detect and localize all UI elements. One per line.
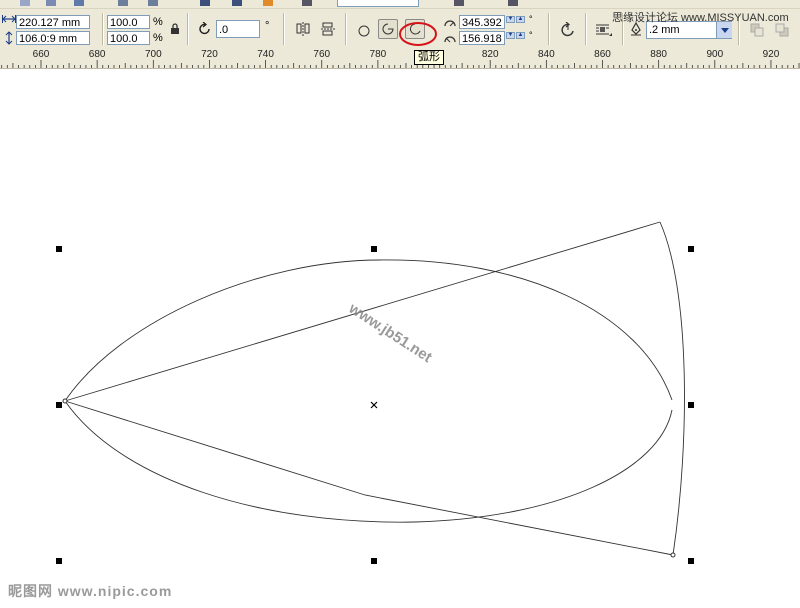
degree-label: ° <box>529 30 533 40</box>
separator <box>102 13 104 45</box>
start-angle-field[interactable]: 345.392 <box>459 15 505 29</box>
mirror-vertical-icon <box>321 22 335 36</box>
ruler-label: 920 <box>762 49 780 60</box>
site-watermark: 思缘设计论坛 www.MISSYUAN.com <box>612 12 789 24</box>
toolbar-icon-stub[interactable] <box>118 0 128 6</box>
chevron-down-icon <box>720 27 729 33</box>
selection-handle[interactable] <box>371 246 377 252</box>
percent-label: % <box>153 32 163 44</box>
toolbar-icon-stub[interactable] <box>302 0 312 6</box>
image-watermark: 昵图网 www.nipic.com <box>8 583 173 599</box>
toolbar-icon-stub[interactable] <box>148 0 158 6</box>
ruler-label: 860 <box>594 49 611 60</box>
ruler-label: 840 <box>538 49 555 60</box>
separator <box>548 13 550 45</box>
zoom-dropdown[interactable] <box>337 0 419 7</box>
toolbar-icon-stub[interactable] <box>263 0 273 6</box>
toolbar-icon-stub[interactable] <box>74 0 84 6</box>
toolbar-icon-stub[interactable] <box>20 0 30 6</box>
ruler-label: 680 <box>88 49 106 60</box>
degree-label: ° <box>529 14 533 24</box>
ruler-label: 740 <box>257 49 274 60</box>
ruler-label: 720 <box>201 49 218 60</box>
height-icon <box>5 31 13 45</box>
ruler-label: 700 <box>144 49 162 60</box>
width-field[interactable]: 220.127 mm <box>16 15 90 29</box>
toolbar-icon-stub[interactable] <box>46 0 56 6</box>
ellipse-arc-upper[interactable] <box>64 259 673 402</box>
toolbar-icon-stub[interactable] <box>200 0 210 6</box>
spin-down[interactable]: ▼ <box>506 32 515 39</box>
ruler-label: 760 <box>313 49 331 60</box>
width-icon <box>2 15 16 23</box>
toolbar-icon-stub[interactable] <box>454 0 464 6</box>
ellipse-arc-lower[interactable] <box>64 400 673 523</box>
mirror-horizontal-button[interactable] <box>293 19 313 39</box>
spin-up[interactable]: ▲ <box>516 16 525 23</box>
height-field[interactable]: 106.0:9 mm <box>16 31 90 45</box>
wrap-paragraph-text-button[interactable] <box>594 20 614 40</box>
degree-label: ° <box>265 20 270 32</box>
node-point[interactable] <box>670 552 676 558</box>
pie-arc[interactable] <box>659 221 685 556</box>
selection-handle[interactable] <box>688 246 694 252</box>
standard-toolbar-strip <box>0 0 800 9</box>
ellipse-icon <box>358 25 370 37</box>
ruler-label: 820 <box>481 49 499 60</box>
percent-label: % <box>153 16 163 28</box>
selection-handle[interactable] <box>688 558 694 564</box>
ruler-label: 880 <box>650 49 667 60</box>
mirror-horizontal-icon <box>296 22 310 36</box>
rotation-field[interactable]: .0 <box>216 20 260 38</box>
selection-handle[interactable] <box>56 558 62 564</box>
direction-icon <box>561 22 574 37</box>
highlight-circle <box>399 22 437 46</box>
center-marker[interactable] <box>370 401 378 409</box>
spin-down[interactable]: ▼ <box>506 16 515 23</box>
spin-up[interactable]: ▲ <box>516 32 525 39</box>
toolbar-icon-stub[interactable] <box>232 0 242 6</box>
ellipse-mode-button[interactable] <box>354 21 374 41</box>
tooltip: 弧形 <box>414 50 444 65</box>
ruler-ticks <box>1 60 800 68</box>
separator <box>187 13 189 45</box>
separator <box>283 13 285 45</box>
scale-x-field[interactable]: 100.0 <box>107 15 150 29</box>
selection-handle[interactable] <box>371 558 377 564</box>
mirror-vertical-button[interactable] <box>318 19 338 39</box>
ruler-label: 900 <box>706 49 724 60</box>
rotate-icon <box>199 22 210 35</box>
scale-y-field[interactable]: 100.0 <box>107 31 150 45</box>
pie-mode-button[interactable] <box>378 19 398 39</box>
ruler-label: 660 <box>32 49 50 60</box>
end-angle-field[interactable]: 156.918 <box>459 31 505 45</box>
pie-edge-lower[interactable] <box>64 400 674 556</box>
separator <box>585 13 587 45</box>
ruler-label: 780 <box>369 49 387 60</box>
selection-handle[interactable] <box>56 402 62 408</box>
selection-handle[interactable] <box>688 402 694 408</box>
lock-ratio-icon[interactable] <box>170 23 180 34</box>
horizontal-ruler[interactable]: 6606807007207407607808008208408608809009… <box>0 49 800 69</box>
selection-handle[interactable] <box>56 246 62 252</box>
toolbar-icon-stub[interactable] <box>508 0 518 6</box>
pie-icon <box>382 23 394 35</box>
start-angle-icon <box>444 20 456 27</box>
end-angle-icon <box>444 36 456 43</box>
separator <box>345 13 347 45</box>
node-point[interactable] <box>62 398 68 404</box>
change-direction-button[interactable] <box>558 20 578 40</box>
wrap-text-icon <box>596 24 612 36</box>
